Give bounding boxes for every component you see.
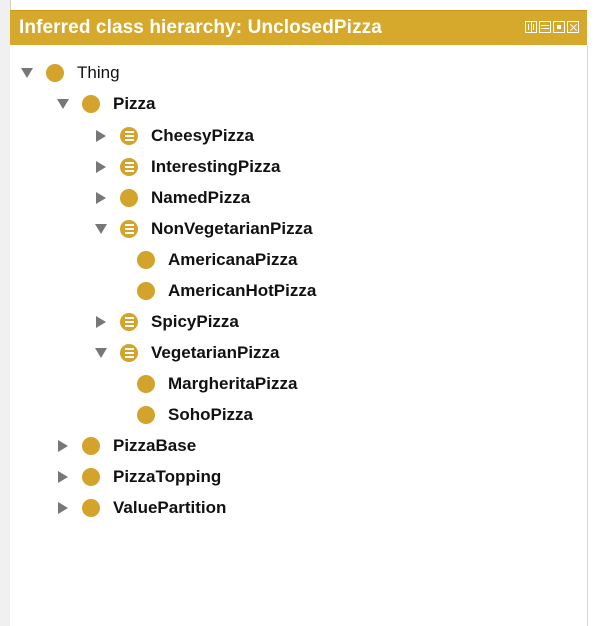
view-controls xyxy=(525,21,579,35)
tree-node-namedpizza[interactable]: NamedPizza xyxy=(94,186,250,210)
triangle-right-icon[interactable] xyxy=(56,439,70,453)
class-icon xyxy=(82,95,100,113)
class-hierarchy-window: Inferred class hierarchy: UnclosedPizza … xyxy=(0,0,599,626)
tree-node-thing[interactable]: Thing xyxy=(20,61,120,85)
tree-node-label: CheesyPizza xyxy=(151,126,254,145)
tree-node-label: Pizza xyxy=(113,94,156,113)
class-icon xyxy=(82,468,100,486)
triangle-down-icon[interactable] xyxy=(56,97,70,111)
triangle-down-icon[interactable] xyxy=(20,66,34,80)
list-view-icon[interactable] xyxy=(539,21,551,33)
defined-class-icon xyxy=(120,344,138,362)
tree-node-valuepartition[interactable]: ValuePartition xyxy=(56,496,226,520)
class-icon xyxy=(46,64,64,82)
class-icon xyxy=(120,189,138,207)
class-icon xyxy=(137,282,155,300)
triangle-right-icon[interactable] xyxy=(94,160,108,174)
tree-node-americanapizza[interactable]: AmericanaPizza xyxy=(137,248,297,272)
class-tree-panel: Thing Pizza CheesyPizza InterestingPizza xyxy=(10,45,588,626)
defined-class-icon xyxy=(120,127,138,145)
tree-node-label: VegetarianPizza xyxy=(151,343,280,362)
tree-node-label: Thing xyxy=(77,63,120,82)
maximize-view-icon[interactable] xyxy=(553,21,565,33)
triangle-down-icon[interactable] xyxy=(94,346,108,360)
tree-node-label: InterestingPizza xyxy=(151,157,281,176)
class-icon xyxy=(82,437,100,455)
tree-node-label: SohoPizza xyxy=(168,405,254,424)
split-view-icon[interactable] xyxy=(525,21,537,33)
tree-node-spicypizza[interactable]: SpicyPizza xyxy=(94,310,239,334)
tree-node-label: AmericanHotPizza xyxy=(168,281,317,300)
panel-header: Inferred class hierarchy: UnclosedPizza xyxy=(10,10,587,46)
tree-node-pizza[interactable]: Pizza xyxy=(56,92,156,116)
defined-class-icon xyxy=(120,313,138,331)
defined-class-icon xyxy=(120,158,138,176)
triangle-right-icon[interactable] xyxy=(94,129,108,143)
triangle-right-icon[interactable] xyxy=(94,315,108,329)
tree-node-americanhotpizza[interactable]: AmericanHotPizza xyxy=(137,279,316,303)
tree-node-label: SpicyPizza xyxy=(151,312,239,331)
tree-node-label: NamedPizza xyxy=(151,188,251,207)
class-icon xyxy=(82,499,100,517)
tree-node-pizzatopping[interactable]: PizzaTopping xyxy=(56,465,221,489)
triangle-right-icon[interactable] xyxy=(56,470,70,484)
class-icon xyxy=(137,375,155,393)
tree-node-label: MargheritaPizza xyxy=(168,374,298,393)
tree-node-interestingpizza[interactable]: InterestingPizza xyxy=(94,155,280,179)
tree-node-vegetarianpizza[interactable]: VegetarianPizza xyxy=(94,341,280,365)
class-icon xyxy=(137,251,155,269)
tree-node-label: ValuePartition xyxy=(113,498,227,517)
close-view-icon[interactable] xyxy=(567,21,579,33)
defined-class-icon xyxy=(120,220,138,238)
triangle-right-icon[interactable] xyxy=(94,191,108,205)
tree-node-sohopizza[interactable]: SohoPizza xyxy=(137,403,253,427)
class-icon xyxy=(137,406,155,424)
tree-node-label: PizzaBase xyxy=(113,436,197,455)
tree-node-label: NonVegetarianPizza xyxy=(151,219,313,238)
tree-node-nonvegetarianpizza[interactable]: NonVegetarianPizza xyxy=(94,217,313,241)
tree-node-cheesypizza[interactable]: CheesyPizza xyxy=(94,124,254,148)
triangle-right-icon[interactable] xyxy=(56,501,70,515)
panel-title: Inferred class hierarchy: UnclosedPizza xyxy=(19,17,382,38)
tree-node-label: AmericanaPizza xyxy=(168,250,298,269)
tree-node-margheritapizza[interactable]: MargheritaPizza xyxy=(137,372,297,396)
triangle-down-icon[interactable] xyxy=(94,222,108,236)
tree-node-label: PizzaTopping xyxy=(113,467,222,486)
tree-node-pizzabase[interactable]: PizzaBase xyxy=(56,434,196,458)
